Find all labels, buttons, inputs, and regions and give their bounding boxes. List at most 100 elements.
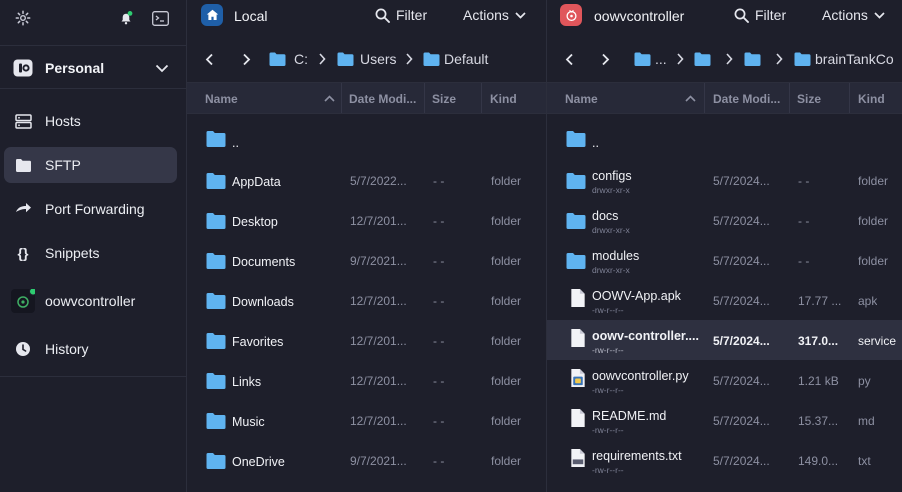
table-row[interactable]: OneDrive 9/7/2021... - - folder (187, 440, 546, 480)
column-divider[interactable] (481, 83, 482, 113)
sort-asc-icon[interactable] (685, 91, 696, 105)
file-name: configs (592, 169, 632, 183)
table-row[interactable]: requirements.txt -rw-r--r-- 5/7/2024... … (547, 440, 902, 480)
table-row[interactable]: Music 12/7/201... - - folder (187, 400, 546, 440)
actions-label: Actions (822, 7, 868, 23)
sidebar-item-hosts[interactable]: Hosts (0, 103, 186, 139)
column-divider[interactable] (424, 83, 425, 113)
file-size: 317.0... (798, 334, 839, 348)
breadcrumb-item-default[interactable]: Default (423, 51, 488, 67)
folder-icon (694, 52, 711, 66)
forward-icon[interactable] (601, 51, 610, 67)
column-header-date[interactable]: Date Modi... (713, 92, 788, 106)
sidebar-item-label: Hosts (45, 113, 81, 129)
sidebar-item-port-forwarding[interactable]: Port Forwarding (0, 191, 186, 227)
table-row[interactable]: Downloads 12/7/201... - - folder (187, 280, 546, 320)
column-divider[interactable] (789, 83, 790, 113)
file-size: - - (433, 254, 445, 268)
filter-button[interactable]: Filter (734, 7, 786, 23)
vault-selector[interactable]: Personal (0, 45, 186, 89)
folder-icon (566, 173, 586, 189)
file-name: .. (592, 136, 599, 150)
forward-icon[interactable] (242, 51, 251, 67)
table-row[interactable]: Links 12/7/201... - - folder (187, 360, 546, 400)
sidebar-item-history[interactable]: History (0, 331, 186, 367)
chevron-down-icon (515, 11, 526, 19)
sidebar-item-label: Port Forwarding (45, 201, 145, 217)
breadcrumb-item-users[interactable]: Users (337, 51, 397, 67)
chevron-down-icon (874, 11, 885, 19)
column-header-kind[interactable]: Kind (858, 92, 885, 106)
column-header-name[interactable]: Name (565, 92, 598, 106)
remote-panel: oowvcontroller Filter Actions ... brainT… (547, 0, 902, 492)
column-divider[interactable] (849, 83, 850, 113)
table-row[interactable]: AppData 5/7/2022... - - folder (187, 160, 546, 200)
panel-title: Local (234, 8, 268, 24)
terminal-icon[interactable] (151, 9, 169, 27)
back-icon[interactable] (205, 51, 214, 67)
file-kind: service (858, 334, 897, 348)
column-header-size[interactable]: Size (797, 92, 821, 106)
table-row[interactable]: modules drwxr-xr-x 5/7/2024... - - folde… (547, 240, 902, 280)
file-size: 1.21 kB (798, 374, 839, 388)
file-size: - - (433, 334, 445, 348)
file-date: 12/7/201... (350, 414, 407, 428)
file-date: 9/7/2021... (350, 454, 407, 468)
file-name: README.md (592, 409, 667, 423)
file-kind: apk (858, 294, 878, 308)
file-permissions: -rw-r--r-- (592, 385, 624, 395)
table-row[interactable]: README.md -rw-r--r-- 5/7/2024... 15.37..… (547, 400, 902, 440)
actions-button[interactable]: Actions (822, 7, 885, 23)
file-permissions: drwxr-xr-x (592, 185, 630, 195)
file-kind: folder (858, 214, 889, 228)
sidebar-item-snippets[interactable]: {} Snippets (0, 235, 186, 271)
chevron-right-icon (318, 51, 326, 67)
table-row[interactable]: Favorites 12/7/201... - - folder (187, 320, 546, 360)
table-row[interactable]: OOWV-App.apk -rw-r--r-- 5/7/2024... 17.7… (547, 280, 902, 320)
file-date: 5/7/2024... (713, 174, 770, 188)
file-permissions: -rw-r--r-- (592, 345, 624, 355)
sidebar-divider (0, 376, 186, 377)
column-header-date[interactable]: Date Modi... (349, 92, 424, 106)
table-row[interactable]: Documents 9/7/2021... - - folder (187, 240, 546, 280)
column-header-size[interactable]: Size (432, 92, 456, 106)
folder-icon (206, 213, 226, 229)
table-row[interactable]: oowv-controller.... -rw-r--r-- 5/7/2024.… (547, 320, 902, 360)
vault-name: Personal (45, 60, 105, 76)
table-row[interactable] (187, 480, 546, 492)
table-row[interactable]: configs drwxr-xr-x 5/7/2024... - - folde… (547, 160, 902, 200)
vault-icon (13, 59, 33, 77)
gear-icon[interactable] (14, 9, 32, 27)
folder-icon (744, 52, 761, 66)
file-name: Music (232, 415, 265, 429)
table-row[interactable]: .. (187, 120, 546, 160)
sort-asc-icon[interactable] (324, 91, 335, 105)
breadcrumb-item-3[interactable] (744, 51, 761, 67)
column-header-name[interactable]: Name (205, 92, 238, 106)
sidebar-toolbar (0, 0, 186, 36)
file-kind: txt (858, 454, 871, 468)
bell-icon[interactable] (117, 9, 135, 27)
sidebar-item-oowvcontroller[interactable]: oowvcontroller (0, 283, 186, 319)
sidebar-item-sftp[interactable]: SFTP (4, 147, 177, 183)
column-divider[interactable] (704, 83, 705, 113)
table-row[interactable]: docs drwxr-xr-x 5/7/2024... - - folder (547, 200, 902, 240)
column-header-kind[interactable]: Kind (490, 92, 517, 106)
table-row[interactable]: Desktop 12/7/201... - - folder (187, 200, 546, 240)
breadcrumb-item-root[interactable]: ... (634, 51, 667, 67)
back-icon[interactable] (565, 51, 574, 67)
actions-button[interactable]: Actions (463, 7, 526, 23)
sidebar-item-label: Snippets (45, 245, 100, 261)
filter-button[interactable]: Filter (375, 7, 427, 23)
breadcrumb-item-braintank[interactable]: brainTankCo (794, 51, 894, 67)
breadcrumb-item-c[interactable]: C: (269, 51, 308, 67)
text-file-icon (571, 448, 585, 468)
file-date: 12/7/201... (350, 214, 407, 228)
folder-icon (206, 293, 226, 309)
column-divider[interactable] (341, 83, 342, 113)
table-row[interactable]: oowvcontroller.py -rw-r--r-- 5/7/2024...… (547, 360, 902, 400)
folder-icon (566, 213, 586, 229)
table-row[interactable]: .. (547, 120, 902, 160)
file-name: requirements.txt (592, 449, 682, 463)
breadcrumb-item-2[interactable] (694, 51, 711, 67)
